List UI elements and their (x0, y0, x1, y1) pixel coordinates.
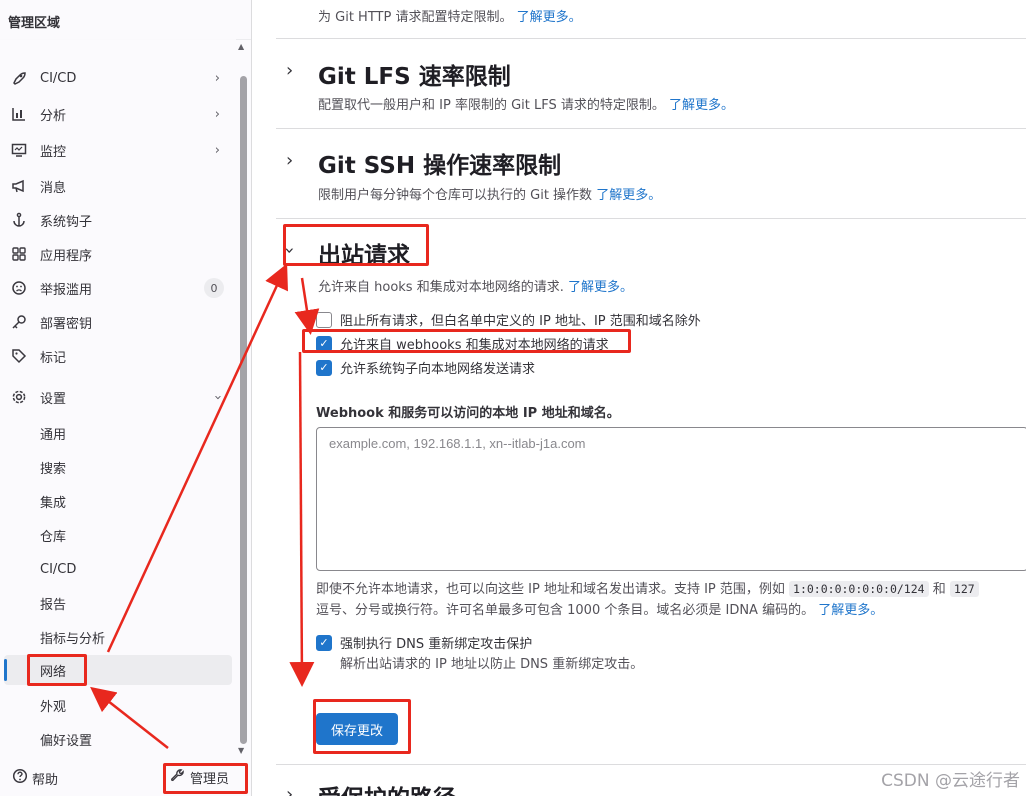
scroll-down-arrow-icon[interactable]: ▼ (238, 746, 244, 755)
sidebar-sub-cicd[interactable]: CI/CD (32, 554, 232, 584)
chevron-right-icon: › (214, 70, 220, 86)
sidebar-item-system-hooks[interactable]: 系统钩子 (8, 205, 232, 235)
sidebar-item-label: 应用程序 (40, 248, 93, 264)
divider (276, 38, 1026, 39)
annotation-box-save-button (313, 699, 411, 754)
help-button[interactable]: 帮助 (12, 768, 58, 788)
sidebar-item-analytics[interactable]: 分析 › (8, 99, 232, 129)
annotation-box-admin (163, 763, 248, 794)
dns-rebinding-description: 解析出站请求的 IP 地址以防止 DNS 重新绑定攻击。 (340, 657, 644, 672)
sidebar-item-monitor[interactable]: 监控 › (8, 135, 232, 165)
rocket-icon (8, 70, 30, 86)
sidebar-item-label: 举报滥用 (40, 282, 93, 298)
sidebar-title: 管理区域 (0, 0, 251, 40)
main-content: 为 Git HTTP 请求配置特定限制。 了解更多。 › Git LFS 速率限… (276, 0, 1026, 796)
watermark: CSDN @云途行者 (881, 771, 1020, 791)
learn-more-link[interactable]: 了解更多。 (517, 10, 582, 25)
allowlist-help-line1: 即使不允许本地请求，也可以向这些 IP 地址和域名发出请求。支持 IP 范围，例… (316, 578, 979, 597)
checkbox-checked[interactable]: ✓ (316, 359, 332, 376)
applications-icon (8, 246, 30, 262)
sidebar-scrollbar[interactable] (240, 76, 247, 744)
sidebar-item-cicd[interactable]: CI/CD › (8, 63, 232, 93)
learn-more-link[interactable]: 了解更多。 (669, 98, 734, 113)
help-icon (12, 768, 28, 788)
label-icon (8, 348, 30, 364)
allow-system-hooks-checkbox-row[interactable]: ✓ 允许系统钩子向本地网络发送请求 (316, 358, 535, 377)
allowlist-help-line2: 逗号、分号或换行符。许可名单最多可包含 1000 个条目。域名必须是 IDNA … (316, 603, 884, 618)
sidebar-item-label: CI/CD (40, 70, 77, 86)
chevron-right-icon: › (214, 142, 220, 158)
chevron-right-icon[interactable]: › (286, 60, 293, 81)
monitor-icon (8, 142, 30, 158)
divider (276, 218, 1026, 219)
sidebar-item-abuse-reports[interactable]: 举报滥用 0 (8, 273, 232, 303)
chevron-right-icon[interactable]: › (286, 150, 293, 171)
annotation-box-network (27, 654, 87, 686)
learn-more-link[interactable]: 了解更多。 (568, 280, 633, 295)
help-label: 帮助 (32, 772, 59, 788)
key-icon (8, 314, 30, 330)
annotation-box-outbound-title (283, 224, 429, 266)
count-badge: 0 (204, 278, 224, 298)
sidebar-item-labels[interactable]: 标记 (8, 341, 232, 371)
anchor-icon (8, 212, 30, 228)
sidebar-sub-general[interactable]: 通用 (32, 418, 232, 448)
sidebar-item-label: 监控 (40, 144, 67, 160)
sidebar-item-label: 部署密钥 (40, 316, 93, 332)
section-desc-ssh: 限制用户每分钟每个仓库可以执行的 Git 操作数 了解更多。 (318, 188, 662, 203)
checkbox-label: 阻止所有请求，但白名单中定义的 IP 地址、IP 范围和域名除外 (340, 314, 701, 329)
sidebar-sub-preferences[interactable]: 偏好设置 (32, 724, 232, 754)
code-snippet: 1:0:0:0:0:0:0:0/124 (789, 581, 929, 597)
sidebar-item-label: 标记 (40, 350, 67, 366)
sidebar-sub-metrics[interactable]: 指标与分析 (32, 622, 232, 652)
allowlist-label: Webhook 和服务可以访问的本地 IP 地址和域名。 (316, 406, 620, 421)
sidebar-item-settings[interactable]: 设置 › (8, 382, 232, 412)
checkbox-label: 强制执行 DNS 重新绑定攻击保护 (340, 637, 533, 652)
allowlist-textarea[interactable]: example.com, 192.168.1.1, xn--itlab-j1a.… (316, 427, 1026, 571)
allowlist-placeholder: example.com, 192.168.1.1, xn--itlab-j1a.… (329, 436, 586, 451)
sidebar-sub-repository[interactable]: 仓库 (32, 520, 232, 550)
section-desc-outbound: 允许来自 hooks 和集成对本地网络的请求. 了解更多。 (318, 280, 634, 295)
checkbox-checked[interactable]: ✓ (316, 634, 332, 651)
deny-all-requests-checkbox-row[interactable]: 阻止所有请求，但白名单中定义的 IP 地址、IP 范围和域名除外 (316, 310, 701, 329)
sidebar-sub-search[interactable]: 搜索 (32, 452, 232, 482)
code-snippet: 127 (949, 581, 979, 597)
sidebar-item-messages[interactable]: 消息 (8, 171, 232, 201)
sidebar-sub-reporting[interactable]: 报告 (32, 588, 232, 618)
section-title-lfs-rate-limits[interactable]: Git LFS 速率限制 (318, 57, 511, 91)
chevron-right-icon[interactable]: › (286, 784, 293, 796)
section-title-ssh-rate-limits[interactable]: Git SSH 操作速率限制 (318, 146, 561, 180)
sidebar-sub-appearance[interactable]: 外观 (32, 690, 232, 720)
scroll-up-arrow-icon[interactable]: ▲ (238, 42, 244, 51)
settings-icon (8, 389, 30, 405)
learn-more-link[interactable]: 了解更多。 (818, 603, 883, 618)
sidebar-item-label: 分析 (40, 108, 67, 124)
bullhorn-icon (8, 178, 30, 194)
abuse-icon (8, 280, 30, 296)
divider (276, 128, 1026, 129)
dns-rebinding-checkbox-row[interactable]: ✓ 强制执行 DNS 重新绑定攻击保护 (316, 633, 532, 652)
sidebar-sub-integrations[interactable]: 集成 (32, 486, 232, 516)
section-desc-lfs: 配置取代一般用户和 IP 率限制的 Git LFS 请求的特定限制。 了解更多。 (318, 98, 735, 113)
checkbox[interactable] (316, 311, 332, 328)
sidebar-item-deploy-keys[interactable]: 部署密钥 (8, 307, 232, 337)
checkbox-label: 允许系统钩子向本地网络发送请求 (340, 362, 536, 377)
sidebar-item-label: 设置 (40, 391, 67, 407)
annotation-box-allow-webhooks (302, 329, 631, 353)
scroll-fade (0, 38, 236, 52)
chevron-down-icon: › (209, 394, 225, 400)
chevron-right-icon: › (214, 106, 220, 122)
chart-icon (8, 106, 30, 122)
section-title-protected-paths[interactable]: 受保护的路径 (318, 779, 456, 796)
learn-more-link[interactable]: 了解更多。 (596, 188, 661, 203)
sidebar-item-applications[interactable]: 应用程序 (8, 239, 232, 269)
divider (276, 764, 1026, 765)
sidebar-item-label: 系统钩子 (40, 214, 93, 230)
git-http-description: 为 Git HTTP 请求配置特定限制。 了解更多。 (318, 10, 582, 25)
sidebar-item-label: 消息 (40, 180, 67, 196)
